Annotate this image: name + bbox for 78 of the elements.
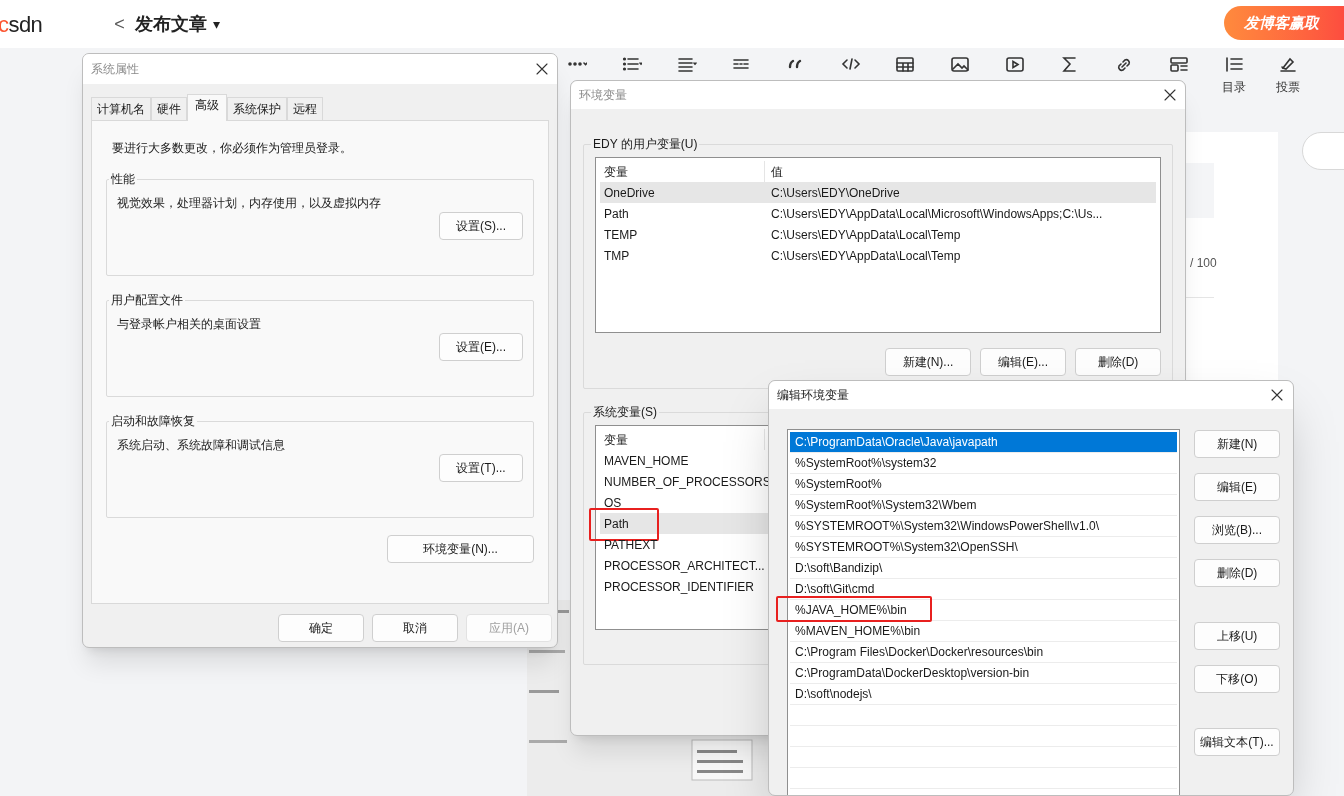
dialog-button[interactable]: 编辑文本(T)... (1194, 728, 1280, 756)
close-icon (536, 63, 548, 75)
tab[interactable]: 系统保护 (227, 97, 287, 120)
layout-icon[interactable] (1168, 55, 1189, 74)
page-title: 发布文章 (134, 12, 207, 36)
outline-icon (1223, 55, 1244, 74)
group-title: 系统变量(S) (592, 404, 658, 421)
dialog-button[interactable]: 取消 (372, 614, 458, 642)
tab[interactable]: 硬件 (151, 97, 187, 120)
toolbar-button[interactable]: 投票 (1260, 55, 1316, 96)
tab[interactable]: 计算机名 (91, 97, 151, 120)
table-cell-text: Path (603, 205, 630, 223)
path-entry[interactable]: %SystemRoot%\System32\Wbem (790, 495, 1177, 516)
dialog-button[interactable]: 删除(D) (1194, 559, 1280, 587)
list-icon[interactable] (622, 55, 643, 74)
table-cell-text: C:\Users\EDY\AppData\Local\Temp (770, 226, 961, 244)
path-entry[interactable]: %JAVA_HOME%\bin (790, 600, 1177, 621)
window-title: 系统属性 (91, 61, 139, 78)
path-entry[interactable]: D:\soft\Bandizip\ (790, 558, 1177, 579)
path-entry[interactable]: C:\ProgramData\Oracle\Java\javapath (790, 432, 1177, 453)
dialog-button[interactable]: 确定 (278, 614, 364, 642)
vote-icon (1278, 55, 1299, 74)
path-entry[interactable]: D:\soft\nodejs\ (790, 684, 1177, 705)
settings-button[interactable]: 设置(E)... (439, 333, 523, 361)
group-title: 性能 (110, 171, 136, 188)
path-entry[interactable]: %SystemRoot% (790, 474, 1177, 495)
dialog-button[interactable]: 上移(U) (1194, 622, 1280, 650)
group-title: 启动和故障恢复 (110, 413, 196, 430)
dialog-button[interactable]: 编辑(E)... (980, 348, 1066, 376)
column-header[interactable]: 值 (765, 161, 783, 182)
tab[interactable]: 高级 (187, 94, 227, 121)
column-header[interactable]: 变量 (600, 429, 765, 450)
list-row[interactable]: TMP C:\Users\EDY\AppData\Local\Temp (600, 245, 1156, 266)
lines-icon[interactable] (676, 55, 697, 74)
group-description: 系统启动、系统故障和调试信息 (117, 437, 286, 454)
settings-button[interactable]: 设置(S)... (439, 212, 523, 240)
dialog-button[interactable]: 新建(N) (1194, 430, 1280, 458)
table-icon[interactable] (895, 55, 916, 74)
table-cell-text: OneDrive (603, 184, 656, 202)
window-title: 环境变量 (579, 87, 627, 104)
path-entry[interactable]: C:\ProgramData\DockerDesktop\version-bin (790, 663, 1177, 684)
video-icon[interactable] (1004, 55, 1025, 74)
path-entry[interactable]: D:\soft\Git\cmd (790, 579, 1177, 600)
image-icon[interactable] (950, 55, 971, 74)
path-entry[interactable]: C:\Program Files\Docker\Docker\resources\bin (790, 642, 1177, 663)
table-cell-text: TMP (603, 247, 631, 265)
env-vars-button[interactable]: 环境变量(N)... (387, 535, 534, 563)
table-cell-text: Path (603, 515, 630, 533)
notice-text: 要进行大多数更改，你必须作为管理员登录。 (112, 140, 353, 157)
group-title: EDY 的用户变量(U) (592, 136, 699, 153)
path-entry[interactable]: %SYSTEMROOT%\System32\WindowsPowerShell\v1.0\ (790, 516, 1177, 537)
dialog-button[interactable]: 浏览(B)... (1194, 516, 1280, 544)
settings-button[interactable]: 设置(T)... (439, 454, 523, 482)
close-icon (1164, 89, 1176, 101)
tab[interactable]: 远程 (287, 97, 323, 120)
table-cell-text: C:\Users\EDY\AppData\Local\Temp (770, 247, 961, 265)
group-title: 用户配置文件 (110, 292, 184, 309)
close-icon (1271, 389, 1283, 401)
path-entry[interactable]: %SystemRoot%\system32 (790, 453, 1177, 474)
dialog-button[interactable]: 删除(D) (1075, 348, 1161, 376)
dialog-button[interactable]: 新建(N)... (885, 348, 971, 376)
list-row[interactable]: Path C:\Users\EDY\AppData\Local\Microsoft\WindowsApps;C:\Us... (600, 203, 1156, 224)
dialog-button[interactable]: 编辑(E) (1194, 473, 1280, 501)
table-cell-text: TEMP (603, 226, 639, 244)
back-button[interactable]: < (114, 10, 125, 38)
table-cell-text: C:\Users\EDY\OneDrive (770, 184, 900, 202)
group-description: 与登录帐户相关的桌面设置 (117, 316, 262, 333)
group-description: 视觉效果，处理器计划，内存使用，以及虚拟内存 (117, 195, 382, 212)
table-cell-text: C:\Users\EDY\AppData\Local\Microsoft\WindowsApps;C:\Us... (770, 205, 1103, 223)
char-counter: / 100 (1190, 255, 1217, 272)
toolbar-button[interactable]: 目录 (1206, 55, 1261, 96)
list-row[interactable]: TEMP C:\Users\EDY\AppData\Local\Temp (600, 224, 1156, 245)
path-entry[interactable]: %MAVEN_HOME%\bin (790, 621, 1177, 642)
list-row[interactable]: OneDrive C:\Users\EDY\OneDrive (600, 182, 1156, 203)
path-entry[interactable]: %SYSTEMROOT%\System32\OpenSSH\ (790, 537, 1177, 558)
dropdown-caret[interactable]: ▾ (212, 13, 220, 35)
window-title: 编辑环境变量 (777, 387, 849, 404)
dialog-button[interactable]: 下移(O) (1194, 665, 1280, 693)
